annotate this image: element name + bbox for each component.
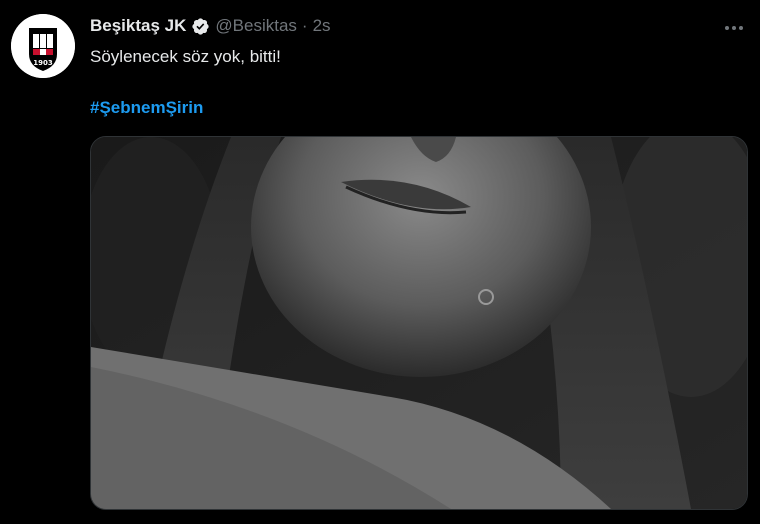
author-avatar[interactable]: 1903 [11,14,75,78]
tweet-header: Beşiktaş JK @Besiktas · 2s [90,16,331,36]
author-name[interactable]: Beşiktaş JK [90,16,186,36]
tweet-card[interactable]: 1903 Beşiktaş JK @Besiktas · 2s Söylenec… [0,0,760,524]
tweet-text: Söylenecek söz yok, bitti! [90,47,281,66]
more-options-icon[interactable] [722,16,746,40]
tweet-photo[interactable] [90,136,748,510]
besiktas-crest-logo: 1903 [11,14,75,78]
separator-dot: · [301,16,308,35]
tweet-timestamp[interactable]: 2s [313,16,331,36]
svg-text:1903: 1903 [33,59,53,67]
verified-badge-icon [191,17,210,36]
author-handle[interactable]: @Besiktas [215,16,297,36]
hashtag-link[interactable]: #ŞebnemŞirin [90,98,203,118]
portrait-photo [91,137,747,509]
